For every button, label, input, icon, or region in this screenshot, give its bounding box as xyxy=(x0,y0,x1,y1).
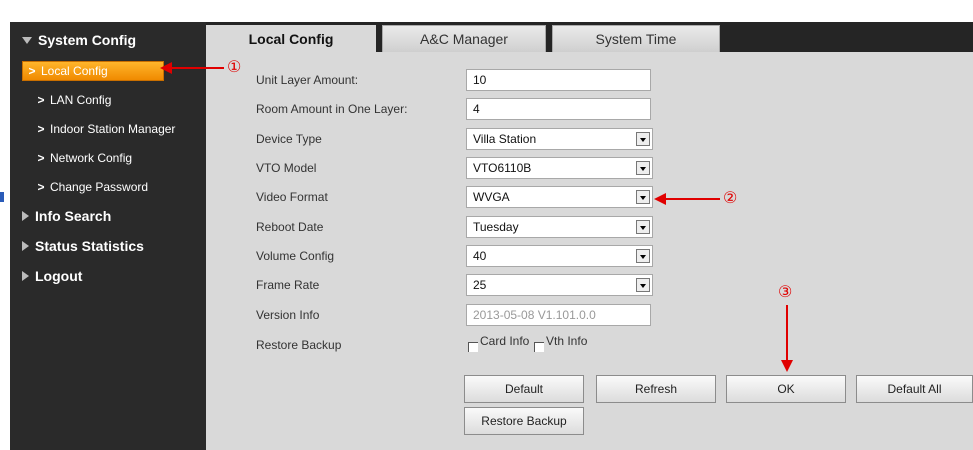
sidebar-section-info-search[interactable]: Info Search xyxy=(22,208,111,224)
field-label: Version Info xyxy=(256,308,320,322)
form-row-unit-layer-amount: Unit Layer Amount: 10 xyxy=(206,69,973,93)
sidebar-section-status-statistics[interactable]: Status Statistics xyxy=(22,238,144,254)
form-row-device-type: Device Type Villa Station xyxy=(206,128,973,152)
dropdown-arrow-icon[interactable] xyxy=(636,249,650,263)
sidebar-item-lan-config[interactable]: > LAN Config xyxy=(32,90,111,110)
sidebar-item-indoor-station-manager[interactable]: > Indoor Station Manager xyxy=(32,119,175,139)
chevron-right-icon: > xyxy=(37,180,45,194)
unit-layer-amount-input[interactable]: 10 xyxy=(466,69,651,91)
tab-local-config[interactable]: Local Config xyxy=(206,25,376,52)
dropdown-arrow-icon[interactable] xyxy=(636,220,650,234)
form-row-reboot-date: Reboot Date Tuesday xyxy=(206,216,973,240)
restore-backup-button[interactable]: Restore Backup xyxy=(464,407,584,435)
annotation-arrow xyxy=(786,305,788,363)
vth-info-label: Vth Info xyxy=(546,334,588,348)
form-row-volume-config: Volume Config 40 xyxy=(206,245,973,269)
dropdown-arrow-icon[interactable] xyxy=(636,278,650,292)
triangle-right-icon xyxy=(22,271,29,281)
annotation-1: ① xyxy=(227,59,242,76)
sidebar-section-label: Info Search xyxy=(35,208,112,224)
annotation-arrow-head-icon xyxy=(781,360,793,372)
select-value: VTO6110B xyxy=(473,161,532,175)
dropdown-arrow-icon[interactable] xyxy=(636,161,650,175)
annotation-2: ② xyxy=(723,190,738,207)
field-label: Restore Backup xyxy=(256,338,342,352)
form-row-frame-rate: Frame Rate 25 xyxy=(206,274,973,298)
tab-system-time[interactable]: System Time xyxy=(552,25,720,52)
dropdown-arrow-icon[interactable] xyxy=(636,132,650,146)
select-value: Villa Station xyxy=(473,132,537,146)
form-row-version-info: Version Info 2013-05-08 V1.101.0.0 xyxy=(206,304,973,328)
device-type-select[interactable]: Villa Station xyxy=(466,128,653,150)
field-label: VTO Model xyxy=(256,161,317,175)
video-format-select[interactable]: WVGA xyxy=(466,186,653,208)
vth-info-checkbox[interactable] xyxy=(534,342,544,352)
sidebar-section-label: Logout xyxy=(35,268,83,284)
annotation-3: ③ xyxy=(778,284,793,301)
form-row-vto-model: VTO Model VTO6110B xyxy=(206,157,973,181)
select-value: WVGA xyxy=(473,190,510,204)
room-amount-input[interactable]: 4 xyxy=(466,98,651,120)
field-label: Video Format xyxy=(256,190,328,204)
edge-marker xyxy=(0,192,4,202)
annotation-arrow xyxy=(664,198,720,200)
reboot-date-select[interactable]: Tuesday xyxy=(466,216,653,238)
chevron-right-icon: > xyxy=(37,93,45,107)
field-label: Reboot Date xyxy=(256,220,324,234)
field-label: Unit Layer Amount: xyxy=(256,73,359,87)
sidebar-item-local-config[interactable]: > Local Config xyxy=(22,61,164,81)
ok-button[interactable]: OK xyxy=(726,375,846,403)
sidebar: System Config > Local Config > LAN Confi… xyxy=(10,22,206,450)
sidebar-item-label: Indoor Station Manager xyxy=(50,122,176,136)
triangle-down-icon xyxy=(22,36,32,44)
tab-bar: Local Config A&C Manager System Time xyxy=(206,22,973,52)
default-all-button[interactable]: Default All xyxy=(856,375,973,403)
sidebar-item-label: Change Password xyxy=(50,180,149,194)
select-value: 40 xyxy=(473,249,487,263)
tab-ac-manager[interactable]: A&C Manager xyxy=(382,25,546,52)
sidebar-item-network-config[interactable]: > Network Config xyxy=(32,148,132,168)
card-info-checkbox[interactable] xyxy=(468,342,478,352)
annotation-arrow xyxy=(170,67,224,69)
sidebar-section-label: Status Statistics xyxy=(35,238,144,254)
field-label: Device Type xyxy=(256,132,322,146)
vto-model-select[interactable]: VTO6110B xyxy=(466,157,653,179)
form-row-restore-backup: Restore Backup Card Info Vth Info xyxy=(206,334,973,358)
field-label: Volume Config xyxy=(256,249,335,263)
sidebar-item-label: LAN Config xyxy=(50,93,112,107)
sidebar-section-logout[interactable]: Logout xyxy=(22,268,82,284)
triangle-right-icon xyxy=(22,241,29,251)
select-value: Tuesday xyxy=(473,220,519,234)
field-label: Frame Rate xyxy=(256,278,320,292)
form-row-room-amount: Room Amount in One Layer: 4 xyxy=(206,98,973,122)
frame-rate-select[interactable]: 25 xyxy=(466,274,653,296)
chevron-right-icon: > xyxy=(37,151,45,165)
form-row-video-format: Video Format WVGA xyxy=(206,186,973,210)
card-info-label: Card Info xyxy=(480,334,530,348)
dropdown-arrow-icon[interactable] xyxy=(636,190,650,204)
sidebar-item-label: Local Config xyxy=(41,64,108,78)
triangle-right-icon xyxy=(22,211,29,221)
volume-config-select[interactable]: 40 xyxy=(466,245,653,267)
chevron-right-icon: > xyxy=(37,122,45,136)
version-info-field: 2013-05-08 V1.101.0.0 xyxy=(466,304,651,326)
field-label: Room Amount in One Layer: xyxy=(256,102,408,116)
chevron-right-icon: > xyxy=(28,64,36,78)
sidebar-section-system-config[interactable]: System Config xyxy=(22,32,136,48)
sidebar-item-label: Network Config xyxy=(50,151,133,165)
default-button[interactable]: Default xyxy=(464,375,584,403)
select-value: 25 xyxy=(473,278,487,292)
refresh-button[interactable]: Refresh xyxy=(596,375,716,403)
sidebar-item-change-password[interactable]: > Change Password xyxy=(32,177,148,197)
sidebar-section-label: System Config xyxy=(38,32,137,48)
main-panel: Local Config A&C Manager System Time Uni… xyxy=(206,22,973,450)
